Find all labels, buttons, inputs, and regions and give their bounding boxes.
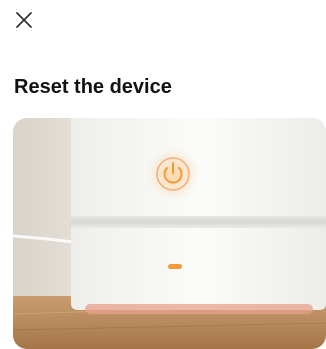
page-title: Reset the device bbox=[14, 76, 172, 98]
close-icon bbox=[16, 12, 32, 28]
status-light bbox=[168, 264, 182, 269]
close-button[interactable] bbox=[12, 8, 36, 32]
device-illustration bbox=[13, 118, 326, 349]
device-photo bbox=[13, 118, 326, 349]
